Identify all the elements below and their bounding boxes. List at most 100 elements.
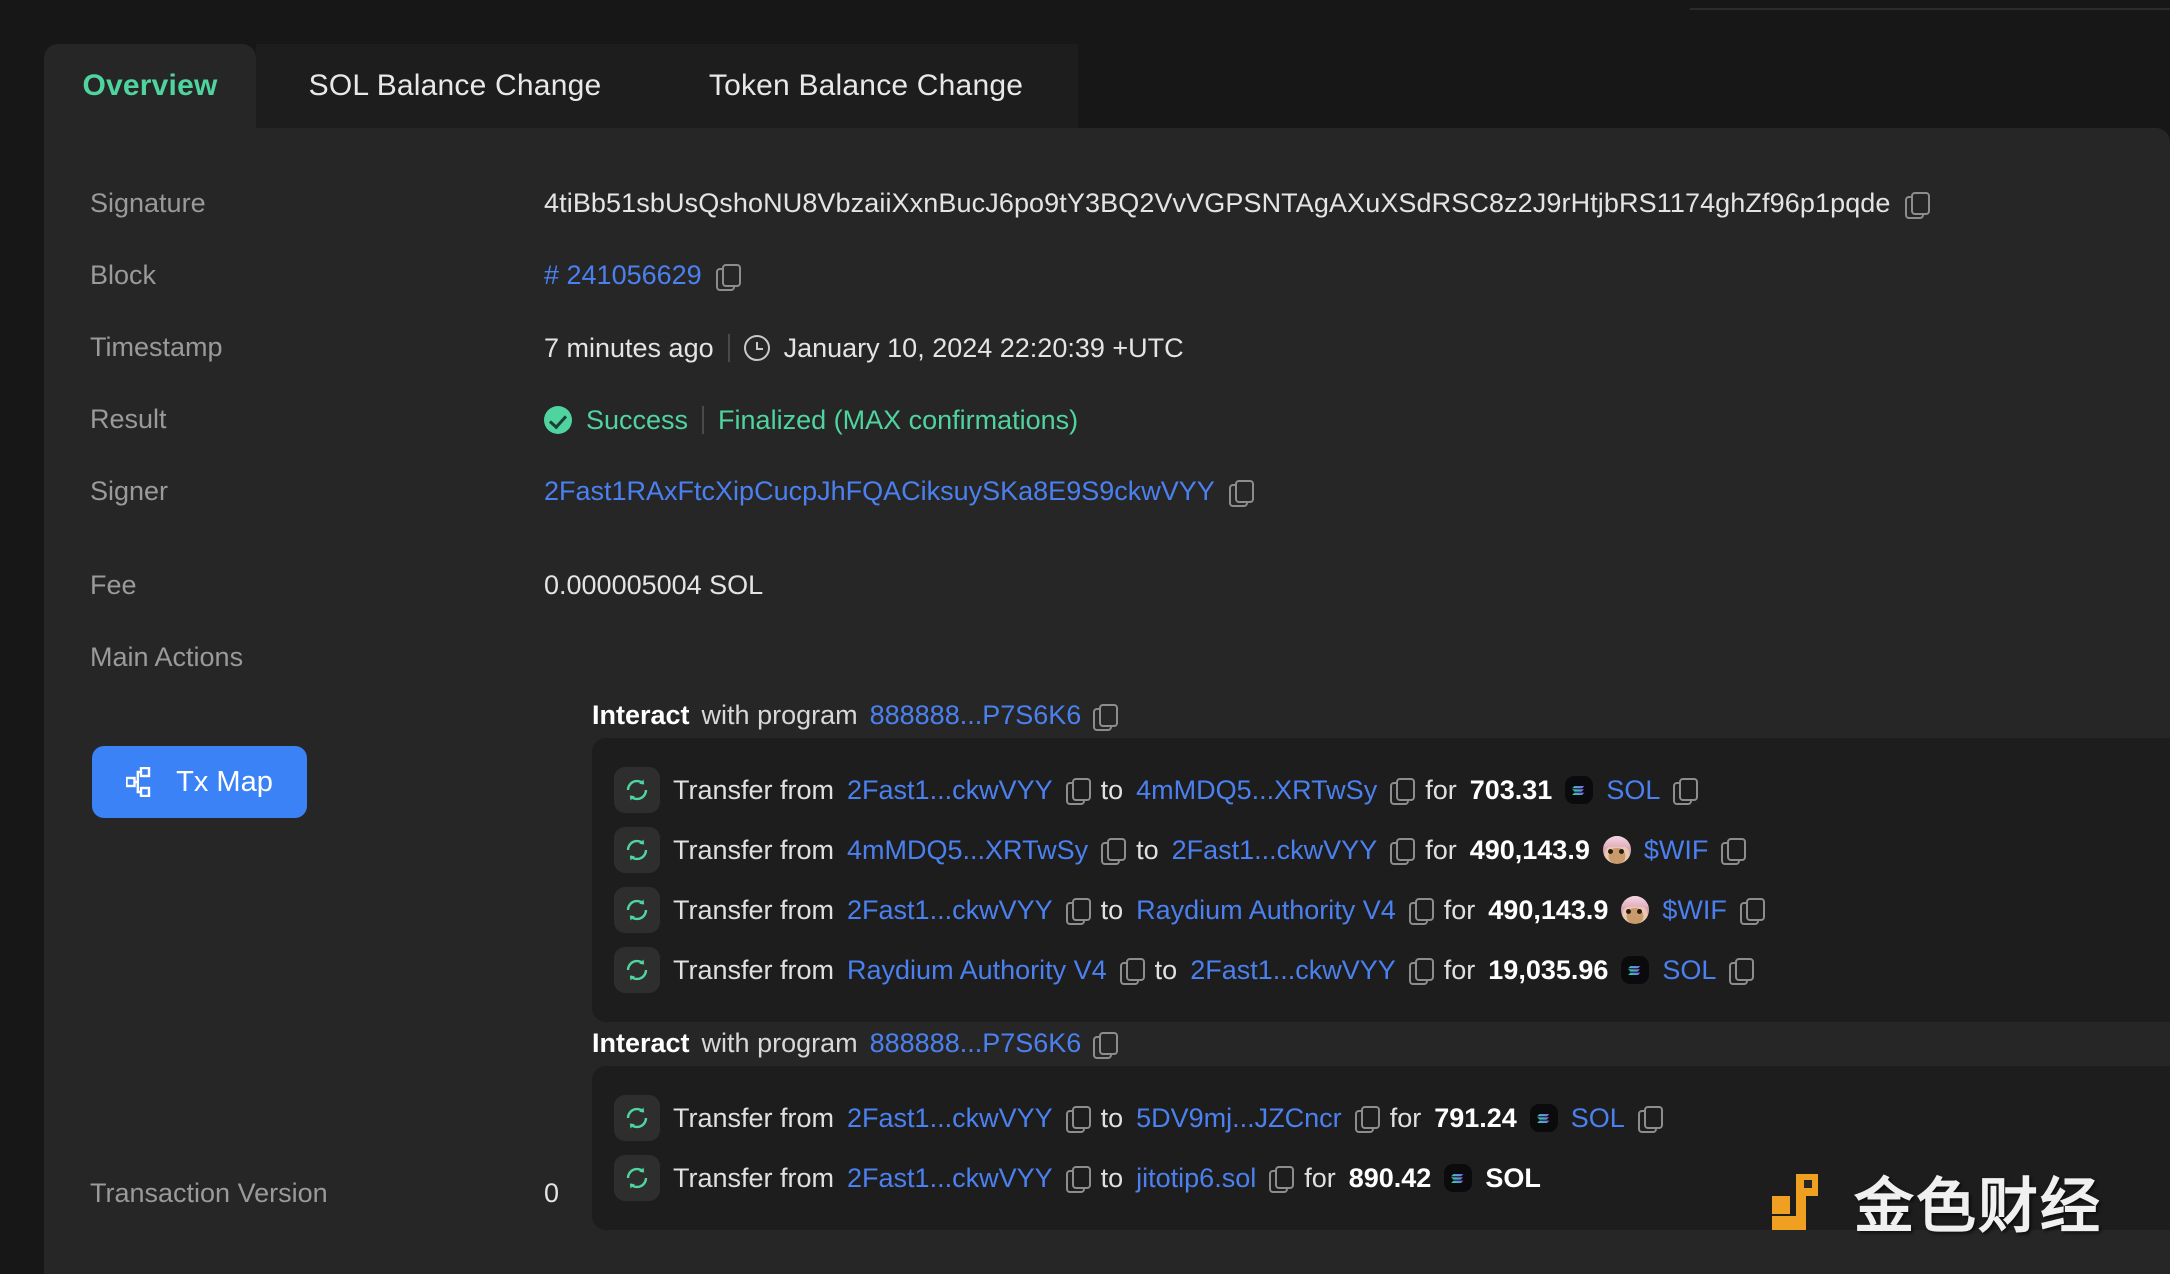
interact-program-link-2[interactable]: 888888...P7S6K6 bbox=[870, 1028, 1082, 1059]
row-main-actions: Main Actions bbox=[44, 644, 2170, 671]
main-actions-label: Main Actions bbox=[90, 642, 244, 672]
transfer-token-link[interactable]: SOL bbox=[1485, 1163, 1541, 1194]
tab-token-balance-change[interactable]: Token Balance Change bbox=[654, 44, 1078, 128]
copy-from-icon[interactable] bbox=[1065, 1106, 1091, 1133]
transfer-icon bbox=[614, 947, 660, 993]
transfer-to-link[interactable]: jitotip6.sol bbox=[1136, 1163, 1256, 1194]
transfer-from-link[interactable]: 2Fast1...ckwVYY bbox=[847, 895, 1053, 926]
copy-to-icon[interactable] bbox=[1390, 838, 1416, 865]
transfer-to-label: to bbox=[1100, 774, 1124, 805]
transfer-row: Transfer from Raydium Authority V4 to 2F… bbox=[592, 940, 2170, 1000]
copy-signer-icon[interactable] bbox=[1228, 479, 1254, 507]
tx-map-icon bbox=[126, 767, 151, 797]
transfer-to-label: to bbox=[1136, 834, 1159, 865]
transfer-to-link[interactable]: 2Fast1...ckwVYY bbox=[1190, 955, 1396, 986]
timestamp-label: Timestamp bbox=[90, 332, 223, 362]
interact-program-link-1[interactable]: 888888...P7S6K6 bbox=[870, 700, 1082, 731]
watermark: 金色财经 bbox=[1770, 1158, 2102, 1245]
copy-block-icon[interactable] bbox=[715, 263, 741, 291]
row-timestamp: Timestamp 7 minutes ago January 10, 2024… bbox=[44, 334, 2170, 362]
tab-bar: Overview SOL Balance Change Token Balanc… bbox=[0, 44, 2170, 128]
copy-from-icon[interactable] bbox=[1065, 898, 1091, 925]
clock-icon bbox=[743, 335, 770, 361]
copy-from-icon[interactable] bbox=[1119, 958, 1145, 985]
transfer-token-link[interactable]: SOL bbox=[1606, 775, 1660, 806]
transfer-verb: Transfer from bbox=[673, 1102, 835, 1133]
transfer-icon bbox=[614, 1095, 660, 1141]
signature-value-group: 4tiBb51sbUsQshoNU8VbzaiiXxnBucJ6po9tY3BQ… bbox=[544, 190, 1930, 219]
interact-prefix-2: Interact bbox=[592, 1028, 690, 1058]
transfer-group-1: Transfer from 2Fast1...ckwVYY to 4mMDQ5.… bbox=[592, 738, 2170, 1022]
copy-program-icon-1[interactable] bbox=[1093, 703, 1119, 731]
transfer-for-label: for bbox=[1443, 894, 1476, 925]
transfer-icon bbox=[614, 1155, 660, 1201]
transfer-to-link[interactable]: 5DV9mj...JZCncr bbox=[1136, 1103, 1342, 1134]
copy-signature-icon[interactable] bbox=[1904, 191, 1930, 219]
transfer-verb: Transfer from bbox=[673, 834, 835, 865]
result-status: Success bbox=[586, 404, 689, 435]
transfer-amount: 19,035.96 bbox=[1488, 954, 1609, 985]
row-signature: Signature 4tiBb51sbUsQshoNU8VbzaiiXxnBuc… bbox=[44, 190, 2170, 219]
transfer-to-label: to bbox=[1100, 1102, 1124, 1133]
copy-token-icon[interactable] bbox=[1673, 778, 1699, 805]
block-link[interactable]: # 241056629 bbox=[544, 262, 702, 289]
refresh-arrows-icon bbox=[626, 899, 648, 921]
transfer-token-link[interactable]: $WIF bbox=[1662, 895, 1727, 926]
sol-token-icon bbox=[1529, 1104, 1558, 1132]
copy-to-icon[interactable] bbox=[1354, 1106, 1380, 1133]
refresh-arrows-icon bbox=[626, 1107, 648, 1129]
interact-prefix-1: Interact bbox=[592, 700, 690, 730]
signer-link[interactable]: 2Fast1RAxFtcXipCucpJhFQACiksuySKa8E9S9ck… bbox=[544, 478, 1215, 505]
transfer-from-link[interactable]: 2Fast1...ckwVYY bbox=[847, 1163, 1053, 1194]
transfer-from-link[interactable]: 2Fast1...ckwVYY bbox=[847, 775, 1053, 806]
sol-token-icon bbox=[1621, 956, 1650, 984]
transfer-row: Transfer from 2Fast1...ckwVYY to 4mMDQ5.… bbox=[592, 760, 2170, 820]
copy-to-icon[interactable] bbox=[1408, 898, 1434, 925]
transfer-for-label: for bbox=[1425, 774, 1457, 805]
copy-to-icon[interactable] bbox=[1269, 1166, 1295, 1193]
interact-header-2: Interact with program 888888...P7S6K6 bbox=[592, 1028, 1119, 1059]
copy-to-icon[interactable] bbox=[1408, 958, 1434, 985]
transfer-to-link[interactable]: 2Fast1...ckwVYY bbox=[1172, 835, 1378, 866]
tab-overview-label: Overview bbox=[82, 69, 218, 102]
tab-overview[interactable]: Overview bbox=[44, 44, 256, 128]
top-divider bbox=[1690, 8, 2170, 10]
copy-token-icon[interactable] bbox=[1721, 838, 1747, 865]
transfer-token-link[interactable]: $WIF bbox=[1644, 835, 1709, 866]
tab-sol-balance-change[interactable]: SOL Balance Change bbox=[256, 44, 654, 128]
copy-token-icon[interactable] bbox=[1739, 898, 1765, 925]
copy-from-icon[interactable] bbox=[1065, 1166, 1091, 1193]
signer-label: Signer bbox=[90, 476, 169, 506]
transfer-from-link[interactable]: Raydium Authority V4 bbox=[847, 955, 1107, 986]
transfer-verb: Transfer from bbox=[673, 894, 835, 925]
transfer-amount: 791.24 bbox=[1434, 1102, 1517, 1133]
interact-header-1: Interact with program 888888...P7S6K6 bbox=[592, 700, 1119, 731]
result-label: Result bbox=[90, 404, 167, 434]
transfer-to-link[interactable]: 4mMDQ5...XRTwSy bbox=[1136, 775, 1377, 806]
transfer-verb: Transfer from bbox=[673, 954, 835, 985]
wif-token-icon bbox=[1602, 836, 1631, 864]
refresh-arrows-icon bbox=[626, 1167, 648, 1189]
copy-token-icon[interactable] bbox=[1637, 1106, 1663, 1133]
transaction-version-label: Transaction Version bbox=[90, 1180, 328, 1207]
copy-from-icon[interactable] bbox=[1101, 838, 1127, 865]
success-check-icon bbox=[544, 406, 572, 434]
result-divider bbox=[702, 406, 705, 434]
copy-to-icon[interactable] bbox=[1390, 778, 1416, 805]
transfer-from-link[interactable]: 2Fast1...ckwVYY bbox=[847, 1103, 1053, 1134]
interact-middle-1: with program bbox=[701, 700, 858, 730]
solana-glyph-icon bbox=[1628, 965, 1641, 975]
transfer-from-link[interactable]: 4mMDQ5...XRTwSy bbox=[847, 835, 1088, 866]
transfer-for-label: for bbox=[1425, 834, 1457, 865]
tx-map-button[interactable]: Tx Map bbox=[92, 746, 307, 818]
transfer-token-link[interactable]: SOL bbox=[1662, 955, 1716, 986]
copy-program-icon-2[interactable] bbox=[1093, 1031, 1119, 1059]
transfer-to-link[interactable]: Raydium Authority V4 bbox=[1136, 895, 1396, 926]
transfer-token-link[interactable]: SOL bbox=[1571, 1103, 1625, 1134]
watermark-text: 金色财经 bbox=[1854, 1172, 2102, 1242]
copy-token-icon[interactable] bbox=[1729, 958, 1755, 985]
transfer-to-label: to bbox=[1100, 1162, 1124, 1193]
timestamp-divider bbox=[727, 334, 730, 362]
copy-from-icon[interactable] bbox=[1065, 778, 1091, 805]
transfer-for-label: for bbox=[1443, 954, 1476, 985]
